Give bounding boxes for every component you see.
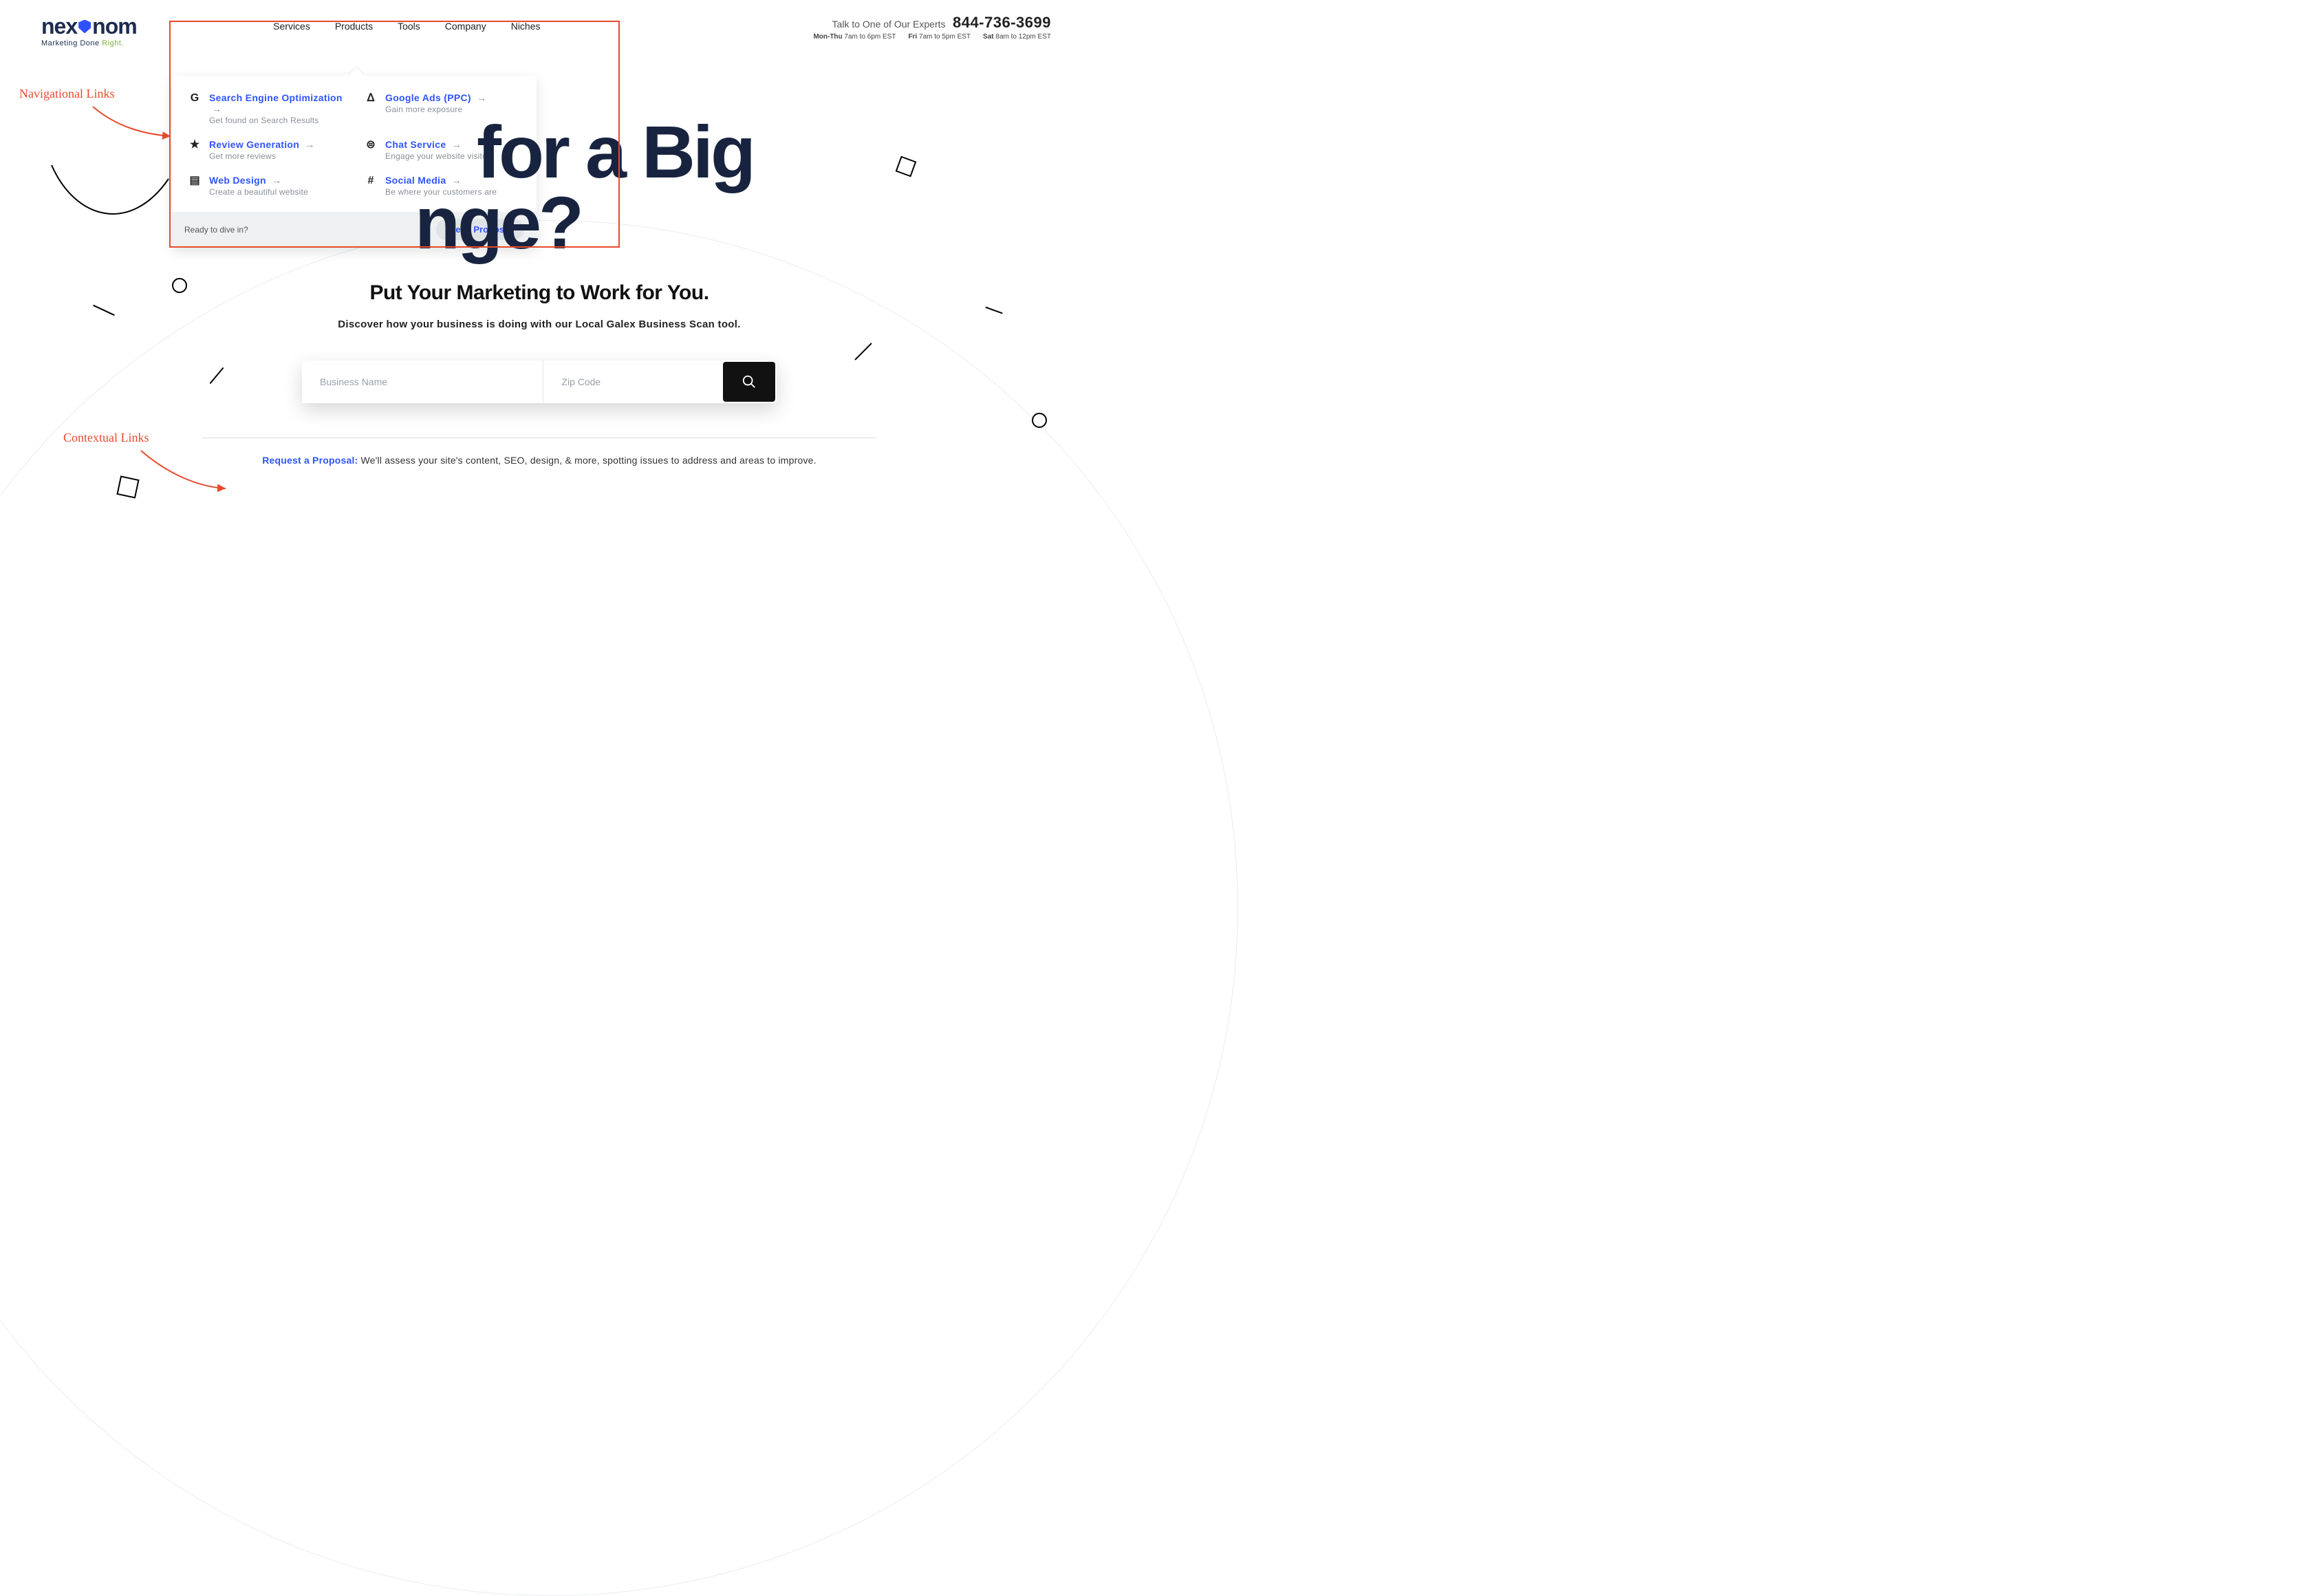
nav-tools[interactable]: Tools bbox=[398, 21, 420, 32]
tagline-highlight: Right. bbox=[102, 39, 124, 47]
hours-time: 8am to 12pm EST bbox=[995, 33, 1051, 41]
proposal-line: Request a Proposal: We'll assess your si… bbox=[0, 455, 1079, 466]
proposal-text: We'll assess your site's content, SEO, d… bbox=[358, 455, 816, 466]
hours-day: Fri bbox=[908, 33, 917, 41]
hero: for a Big nge? Put Your Marketing to Wor… bbox=[0, 117, 1079, 466]
nav-niches[interactable]: Niches bbox=[511, 21, 541, 32]
hours-time: 7am to 6pm EST bbox=[844, 33, 896, 41]
hero-line1: for a Big bbox=[477, 117, 753, 188]
annotation-nav-label: Navigational Links bbox=[19, 87, 114, 101]
site-header: nex nom Marketing Done Right. Services P… bbox=[0, 14, 1079, 47]
search-button[interactable] bbox=[723, 362, 775, 402]
logo-word: nex nom bbox=[41, 14, 137, 39]
deco-square bbox=[116, 475, 139, 498]
hours-time: 7am to 5pm EST bbox=[919, 33, 971, 41]
hours-day: Sat bbox=[983, 33, 994, 41]
arrow-right-icon: → bbox=[477, 92, 486, 103]
nav-company[interactable]: Company bbox=[445, 21, 486, 32]
dropdown-item-sub: Gain more exposure bbox=[385, 105, 486, 114]
shield-icon bbox=[78, 20, 91, 34]
business-scan-form bbox=[302, 360, 777, 403]
contact-phone[interactable]: 844-736-3699 bbox=[953, 14, 1051, 31]
main-nav: Services Products Tools Company Niches bbox=[273, 14, 540, 32]
hero-subhead: Put Your Marketing to Work for You. bbox=[0, 281, 1079, 305]
ads-icon: ᐃ bbox=[365, 92, 377, 105]
arrow-right-icon: → bbox=[212, 103, 221, 114]
nav-services[interactable]: Services bbox=[273, 21, 310, 32]
google-icon: G bbox=[188, 92, 201, 105]
logo-tagline: Marketing Done Right. bbox=[41, 39, 137, 47]
dropdown-item-title: Search Engine Optimization → bbox=[209, 92, 344, 114]
tagline-prefix: Marketing Done bbox=[41, 39, 102, 47]
logo-left: nex bbox=[41, 14, 77, 39]
contact-talk: Talk to One of Our Experts bbox=[832, 19, 946, 30]
logo-right: nom bbox=[92, 14, 137, 39]
search-icon bbox=[742, 374, 757, 389]
contact-hours: Mon-Thu 7am to 6pm EST Fri 7am to 5pm ES… bbox=[813, 33, 1051, 41]
request-proposal-link[interactable]: Request a Proposal: bbox=[262, 455, 358, 466]
zip-code-input[interactable] bbox=[543, 360, 722, 403]
hero-desc: Discover how your business is doing with… bbox=[0, 319, 1079, 330]
contact-block: Talk to One of Our Experts 844-736-3699 … bbox=[813, 14, 1051, 41]
business-name-input[interactable] bbox=[302, 360, 543, 403]
annotation-ctx-label: Contextual Links bbox=[63, 431, 149, 445]
logo[interactable]: nex nom Marketing Done Right. bbox=[41, 14, 137, 47]
dropdown-item-title: Google Ads (PPC) → bbox=[385, 92, 486, 103]
hours-day: Mon-Thu bbox=[813, 33, 842, 41]
hero-line2-fragment: nge? bbox=[415, 188, 581, 259]
nav-products[interactable]: Products bbox=[335, 21, 373, 32]
